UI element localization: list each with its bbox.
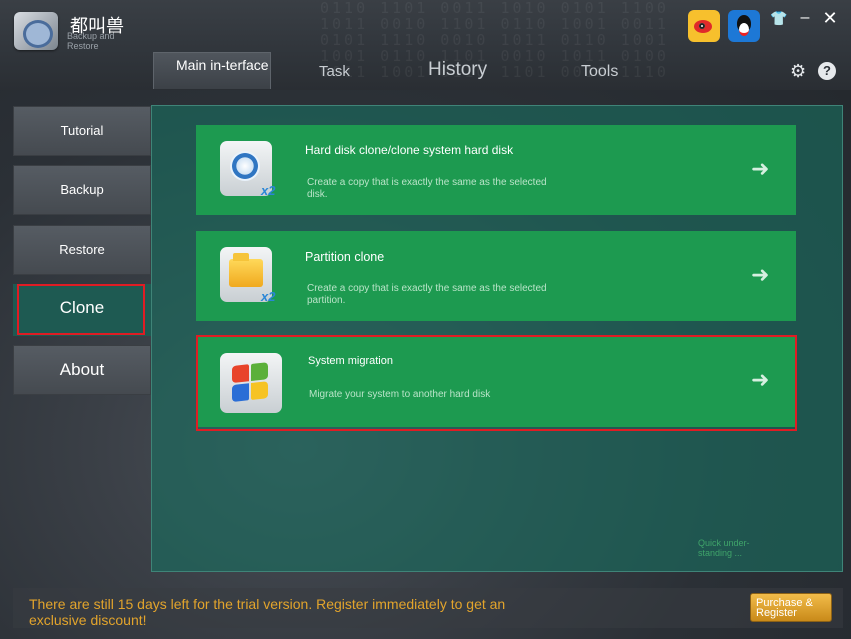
sidebar-item-backup[interactable]: Backup [13,165,151,215]
x2-badge: x2 [261,289,276,304]
tab-history[interactable]: History [428,59,487,93]
sidebar-item-restore[interactable]: Restore [13,225,151,275]
app-logo-icon [14,12,58,50]
tab-main-interface[interactable]: Main in-terface [153,52,271,89]
minimize-button[interactable]: – [795,8,815,28]
card-partition-clone[interactable]: x2 Partition clone Create a copy that is… [196,231,796,321]
close-button[interactable]: ✕ [820,8,840,28]
card-hard-disk-clone[interactable]: x2 Hard disk clone/clone system hard dis… [196,125,796,215]
hard-disk-glyph [230,151,260,181]
card-title: Hard disk clone/clone system hard disk [305,143,514,157]
hard-disk-icon: x2 [220,141,276,198]
folder-glyph [229,253,263,287]
x2-badge: x2 [261,183,276,198]
binary-decoration: 0110 1101 0011 1010 0101 1100 1011 0010 … [320,0,669,81]
weibo-icon[interactable] [688,10,720,42]
card-title: Partition clone [305,250,385,264]
tab-task[interactable]: Task [319,63,350,97]
header-bar: 0110 1101 0011 1010 0101 1100 1011 0010 … [0,0,851,90]
help-button[interactable]: ? [818,62,836,80]
sidebar-item-tutorial[interactable]: Tutorial [13,106,151,156]
sidebar-item-about[interactable]: About [13,345,151,395]
system-migration-highlight-outline [196,335,797,431]
card-description: Create a copy that is exactly the same a… [307,283,547,306]
shirt-icon[interactable]: 👕 [769,8,789,28]
tab-tools[interactable]: Tools [581,63,618,97]
purchase-register-button[interactable]: Purchase & Register [750,593,832,622]
arrow-right-icon[interactable]: ➜ [751,264,773,286]
folder-icon: x2 [220,247,276,304]
app-window: 0110 1101 0011 1010 0101 1100 1011 0010 … [0,0,851,639]
qq-icon[interactable] [728,10,760,42]
arrow-right-icon[interactable]: ➜ [751,158,773,180]
card-description: Create a copy that is exactly the same a… [307,177,547,200]
gear-icon[interactable]: ⚙ [790,62,808,80]
footer-bar: There are still 15 days left for the tri… [13,588,843,628]
trial-message: There are still 15 days left for the tri… [29,596,506,628]
quick-understanding-link[interactable]: Quick under-standing ... [698,538,778,558]
app-logo-subtitle: Backup and Restore [67,31,115,51]
clone-highlight-outline [17,284,145,335]
